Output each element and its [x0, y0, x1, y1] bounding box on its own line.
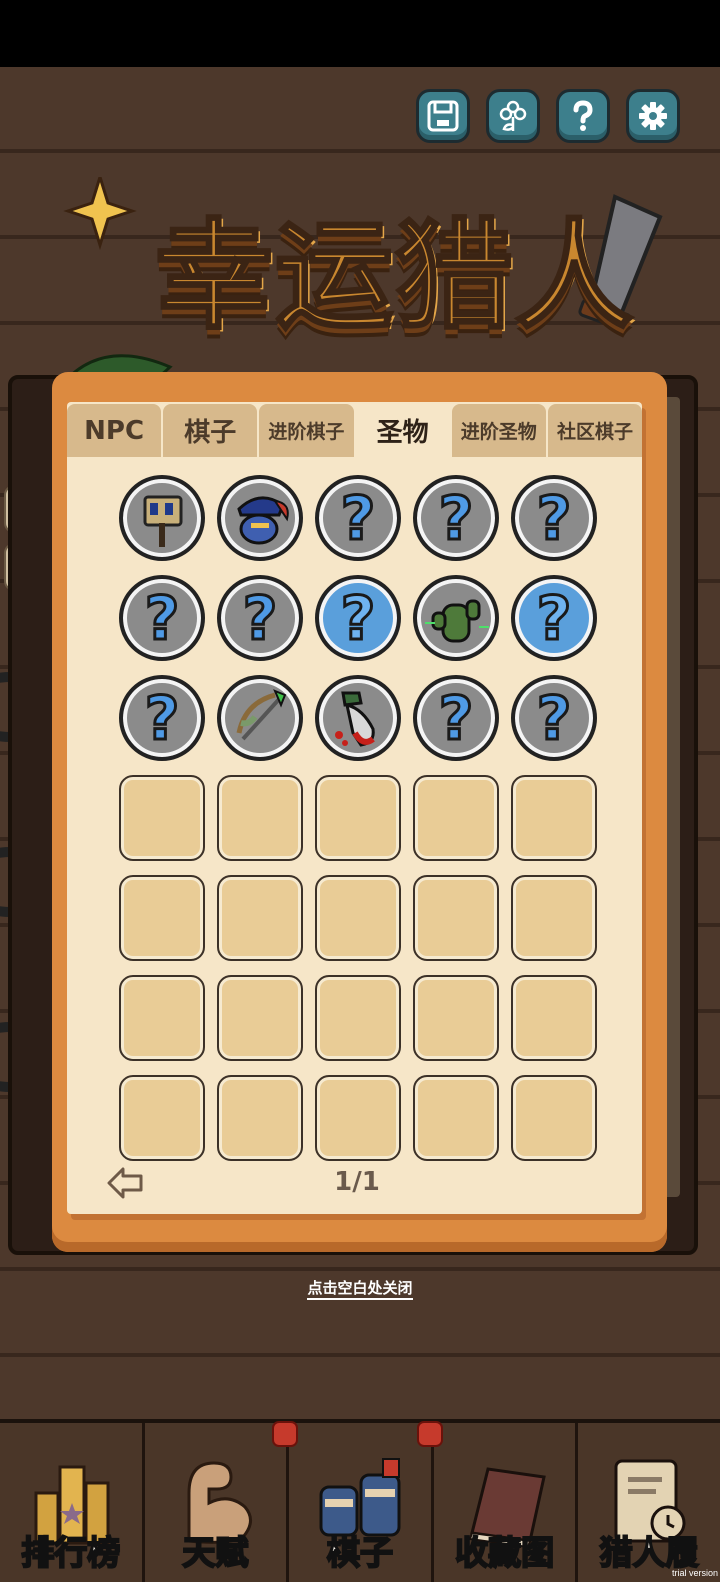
empty-slot — [315, 975, 401, 1061]
unknown-relic-slot[interactable]: ? — [511, 675, 597, 761]
bloody-sack-relic-icon — [323, 683, 393, 753]
question-mark-icon: ? — [241, 584, 279, 654]
close-hint[interactable]: 点击空白处关闭 — [0, 1277, 720, 1300]
question-mark-icon: ? — [535, 484, 573, 554]
tab-pieces[interactable]: 棋子 — [163, 404, 258, 457]
nav-label: 收藏图 — [454, 1532, 555, 1573]
question-mark-icon: ? — [535, 584, 573, 654]
empty-slot — [511, 975, 597, 1061]
nav-label: 排行榜 — [20, 1532, 121, 1573]
notification-badge — [272, 1421, 299, 1447]
bow-relic-icon — [225, 683, 295, 753]
bottom-nav: 排行榜 天赋 棋子 收藏图 猎人履 — [0, 1419, 720, 1582]
empty-slot — [315, 875, 401, 961]
question-mark-icon: ? — [437, 484, 475, 554]
empty-slot — [413, 875, 499, 961]
question-mark-icon: ? — [339, 484, 377, 554]
empty-slot — [511, 1075, 597, 1161]
tab-bar: NPC 棋子 进阶棋子 圣物 进阶圣物 社区棋子 — [67, 404, 643, 459]
empty-slot — [119, 875, 205, 961]
captain-relic-slot[interactable] — [217, 475, 303, 561]
empty-slot — [217, 875, 303, 961]
unknown-relic-slot[interactable]: ? — [119, 675, 205, 761]
tab-community-pieces[interactable]: 社区棋子 — [547, 404, 643, 457]
nav-label: 天赋 — [181, 1532, 249, 1573]
help-button[interactable] — [556, 89, 610, 143]
empty-slot — [119, 975, 205, 1061]
empty-slot — [413, 1075, 499, 1161]
notification-badge — [416, 1421, 443, 1447]
empty-slot — [413, 975, 499, 1061]
unknown-relic-slot[interactable]: ? — [315, 475, 401, 561]
tab-relics[interactable]: 圣物 — [355, 404, 450, 457]
trial-watermark: trial version — [671, 1568, 718, 1578]
question-mark-icon: ? — [143, 584, 181, 654]
nav-item-leaderboard[interactable]: 排行榜 — [0, 1423, 145, 1582]
tab-advanced-relics[interactable]: 进阶圣物 — [451, 404, 546, 457]
flower-icon — [499, 100, 527, 131]
page-indicator: 1/1 — [334, 1167, 380, 1197]
empty-slot — [315, 1075, 401, 1161]
empty-slot — [511, 875, 597, 961]
unknown-relic-slot[interactable]: ? — [315, 575, 401, 661]
nav-label: 棋子 — [326, 1532, 394, 1573]
panel-page: NPC 棋子 进阶棋子 圣物 进阶圣物 社区棋子 ?????????? 1/1 — [67, 402, 643, 1214]
question-icon — [573, 100, 593, 131]
save-button[interactable] — [416, 89, 470, 143]
game-screen: 幸运猎人 NPC 棋子 进阶棋子 圣物 进阶圣物 社区棋子 ??????????… — [0, 67, 720, 1582]
close-hint-text[interactable]: 点击空白处关闭 — [307, 1279, 413, 1300]
tab-npc[interactable]: NPC — [67, 404, 162, 457]
scroll-relic-icon — [127, 483, 197, 553]
cactus-relic-icon — [421, 583, 491, 653]
nav-item-talent[interactable]: 天赋 — [144, 1421, 299, 1582]
unknown-relic-slot[interactable]: ? — [217, 575, 303, 661]
bow-relic-slot[interactable] — [217, 675, 303, 761]
unknown-relic-slot[interactable]: ? — [413, 675, 499, 761]
scroll-relic-slot[interactable] — [119, 475, 205, 561]
empty-slot — [413, 775, 499, 861]
settings-button[interactable] — [626, 89, 680, 143]
unknown-relic-slot[interactable]: ? — [511, 475, 597, 561]
unknown-relic-slot[interactable]: ? — [413, 475, 499, 561]
bloody-sack-relic-slot[interactable] — [315, 675, 401, 761]
empty-slot — [315, 775, 401, 861]
tab-advanced-pieces[interactable]: 进阶棋子 — [259, 404, 354, 457]
empty-slot — [217, 775, 303, 861]
question-mark-icon: ? — [437, 684, 475, 754]
logo-title: 幸运猎人 — [154, 207, 636, 345]
question-mark-icon: ? — [535, 684, 573, 754]
cactus-relic-slot[interactable] — [413, 575, 499, 661]
nav-item-pieces[interactable]: 棋子 — [289, 1421, 443, 1582]
unknown-relic-slot[interactable]: ? — [119, 575, 205, 661]
collection-panel: NPC 棋子 进阶棋子 圣物 进阶圣物 社区棋子 ?????????? 1/1 — [52, 372, 667, 1252]
nav-item-hunter-log[interactable]: 猎人履 — [578, 1423, 720, 1582]
question-mark-icon: ? — [339, 584, 377, 654]
empty-slot — [217, 975, 303, 1061]
nav-label: 猎人履 — [599, 1532, 700, 1573]
empty-slot — [511, 775, 597, 861]
empty-slot — [217, 1075, 303, 1161]
nav-item-collection[interactable]: 收藏图 — [433, 1423, 579, 1582]
save-icon — [427, 100, 459, 132]
prev-page-arrow-icon[interactable] — [105, 1165, 145, 1201]
unknown-relic-slot[interactable]: ? — [511, 575, 597, 661]
captain-relic-icon — [225, 483, 295, 553]
empty-slot — [119, 1075, 205, 1161]
gear-icon — [639, 102, 667, 130]
question-mark-icon: ? — [143, 684, 181, 754]
empty-slot — [119, 775, 205, 861]
community-button[interactable] — [486, 89, 540, 143]
